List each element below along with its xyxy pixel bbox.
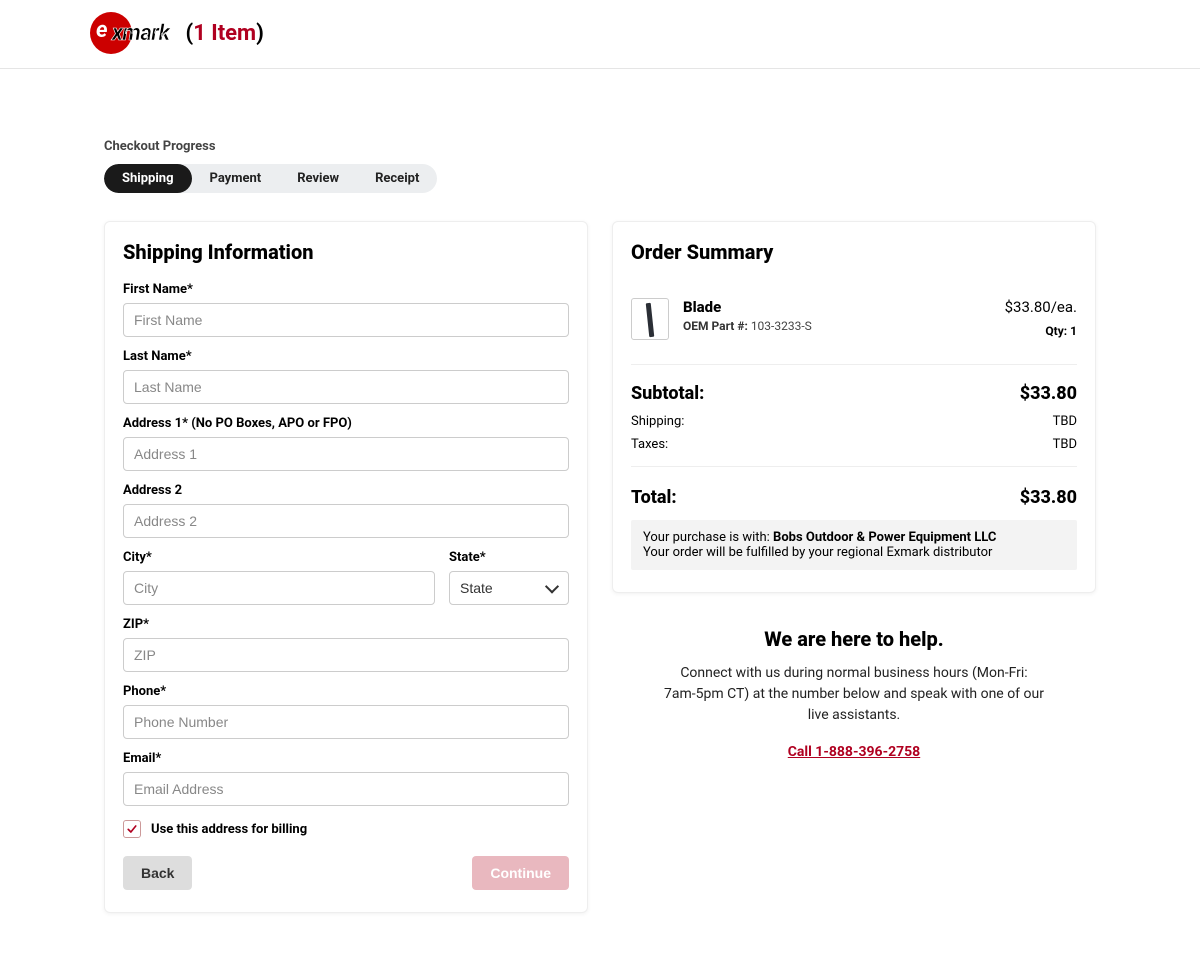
checkout-progress-label: Checkout Progress [104, 139, 1096, 154]
use-billing-checkbox[interactable] [123, 820, 141, 838]
last-name-label: Last Name* [123, 349, 569, 364]
email-input[interactable] [123, 772, 569, 806]
email-label: Email* [123, 751, 569, 766]
product-qty: Qty: 1 [1005, 324, 1077, 338]
help-section: We are here to help. Connect with us dur… [612, 627, 1096, 760]
dealer-note: Your purchase is with: Bobs Outdoor & Po… [631, 520, 1077, 570]
help-body: Connect with us during normal business h… [664, 663, 1044, 726]
zip-input[interactable] [123, 638, 569, 672]
product-oem: OEM Part #: 103-3233-S [683, 319, 991, 333]
checkmark-icon [126, 823, 138, 835]
city-input[interactable] [123, 571, 435, 605]
city-label: City* [123, 550, 435, 565]
back-button[interactable]: Back [123, 856, 192, 890]
use-billing-label: Use this address for billing [151, 822, 307, 837]
help-phone-link[interactable]: Call 1-888-396-2758 [788, 744, 920, 760]
shipping-row: Shipping: TBD [631, 410, 1077, 433]
address1-input[interactable] [123, 437, 569, 471]
progress-tab-review[interactable]: Review [279, 164, 357, 193]
order-item: Blade OEM Part #: 103-3233-S $33.80/ea. … [631, 282, 1077, 356]
progress-tab-payment[interactable]: Payment [192, 164, 280, 193]
zip-label: ZIP* [123, 617, 569, 632]
brand-logo[interactable]: e xmark [90, 12, 169, 54]
address2-label: Address 2 [123, 483, 569, 498]
state-label: State* [449, 550, 569, 565]
product-price: $33.80/ea. [1005, 298, 1077, 316]
shipping-heading: Shipping Information [123, 240, 569, 264]
order-summary-card: Order Summary Blade OEM Part #: 103-3233… [612, 221, 1096, 593]
address1-label: Address 1* (No PO Boxes, APO or FPO) [123, 416, 569, 431]
total-row: Total: $33.80 [631, 477, 1077, 514]
progress-tab-shipping[interactable]: Shipping [104, 164, 192, 193]
phone-label: Phone* [123, 684, 569, 699]
shipping-card: Shipping Information First Name* Last Na… [104, 221, 588, 913]
cart-item-count: (1 Item) [185, 21, 263, 46]
taxes-row: Taxes: TBD [631, 433, 1077, 456]
product-name: Blade [683, 298, 991, 316]
brand-logo-text: xmark [112, 21, 169, 46]
last-name-input[interactable] [123, 370, 569, 404]
product-thumbnail [631, 298, 669, 340]
subtotal-row: Subtotal: $33.80 [631, 373, 1077, 410]
order-summary-heading: Order Summary [631, 240, 1077, 264]
progress-tab-receipt[interactable]: Receipt [357, 164, 437, 193]
first-name-label: First Name* [123, 282, 569, 297]
continue-button[interactable]: Continue [472, 856, 569, 890]
help-heading: We are here to help. [612, 627, 1096, 651]
checkout-progress-tabs: Shipping Payment Review Receipt [104, 164, 437, 193]
phone-input[interactable] [123, 705, 569, 739]
first-name-input[interactable] [123, 303, 569, 337]
top-header: e xmark (1 Item) [0, 0, 1200, 69]
address2-input[interactable] [123, 504, 569, 538]
state-select[interactable]: State [449, 571, 569, 605]
